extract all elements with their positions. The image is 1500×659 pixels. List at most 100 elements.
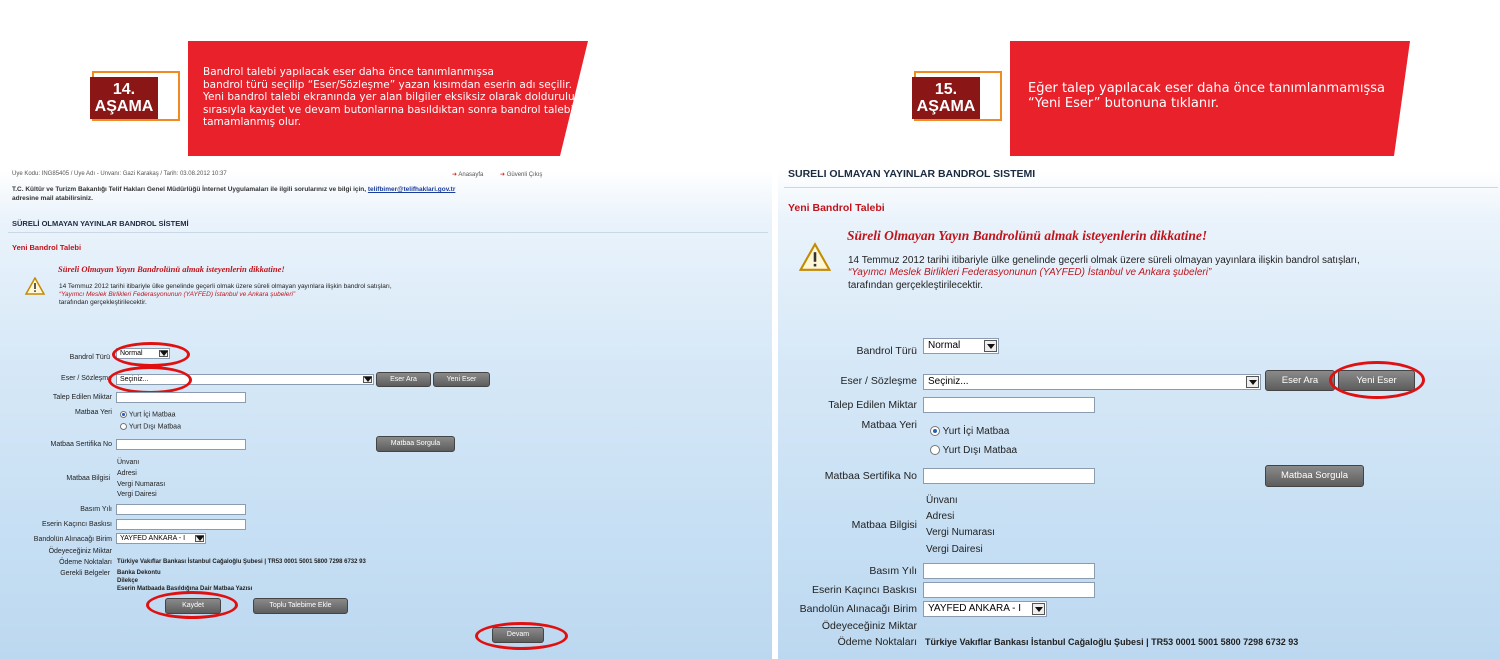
section-title: Yeni Bandrol Talebi <box>12 243 82 252</box>
highlight-ring <box>112 342 190 367</box>
sertifika-label: Matbaa Sertifika No <box>824 470 917 482</box>
matbaa-bilgisi-label: Matbaa Bilgisi <box>66 475 110 482</box>
yurt-disi-radio[interactable]: Yurt Dışı Matbaa <box>930 445 1017 456</box>
radio-icon <box>930 445 940 456</box>
notice-title: Süreli Olmayan Yayın Bandrolünü almak is… <box>847 228 1208 243</box>
section-title: Yeni Bandrol Talebi <box>788 202 885 214</box>
vergi-no: Vergi Numarası <box>117 481 166 488</box>
vergi-no: Vergi Numarası <box>926 527 995 538</box>
sertifika-input[interactable] <box>116 439 246 450</box>
bandrol-turu-label: Bandrol Türü <box>69 354 110 361</box>
home-icon: ➜ <box>452 172 458 178</box>
vergi-dairesi: Vergi Dairesi <box>926 544 983 555</box>
belge-1: Banka Dekontu <box>117 570 161 576</box>
talep-label: Talep Edilen Miktar <box>52 394 112 401</box>
left-screenshot: Üye Kodu: ING85405 / Üye Adı - Unvanı: G… <box>0 170 772 659</box>
notice-line-1: 14 Temmuz 2012 tarihi itibariyle ülke ge… <box>59 283 392 290</box>
sertifika-input[interactable] <box>923 468 1095 484</box>
ministry-info: T.C. Kültür ve Turizm Bakanlığı Telif Ha… <box>12 186 456 193</box>
odeme-label: Ödeme Noktaları <box>837 636 917 648</box>
basim-yili-label: Basım Yılı <box>869 565 917 577</box>
eser-ara-button[interactable]: Eser Ara <box>376 372 431 387</box>
vergi-dairesi: Vergi Dairesi <box>117 491 157 498</box>
user-info: Üye Kodu: ING85405 / Üye Adı - Unvanı: G… <box>12 171 227 177</box>
odeme-value: Türkiye Vakıflar Bankası İstanbul Cağalo… <box>925 637 1299 647</box>
step-14-number: 14. <box>112 81 136 98</box>
divider <box>784 187 1498 188</box>
basim-yili-label: Basım Yılı <box>80 506 112 513</box>
notice-line-2: “Yayımcı Meslek Birlikleri Federasyonunu… <box>59 291 296 298</box>
basim-yili-input[interactable] <box>923 563 1095 579</box>
warning-icon <box>799 242 831 271</box>
step-15-badge: 15. AŞAMA <box>912 77 980 119</box>
basim-yili-input[interactable] <box>116 504 246 515</box>
birim-select[interactable]: YAYFED ANKARA - I <box>923 601 1047 617</box>
nav-home-link[interactable]: ➜ Anasayfa <box>452 171 483 178</box>
adresi: Adresi <box>117 470 137 477</box>
talep-input[interactable] <box>116 392 246 403</box>
baski-input[interactable] <box>923 582 1095 598</box>
odeme-value: Türkiye Vakıflar Bankası İstanbul Cağalo… <box>117 559 366 565</box>
system-title: SÜRELİ OLMAYAN YAYINLAR BANDROL SİSTEMİ <box>12 219 189 228</box>
talep-label: Talep Edilen Miktar <box>828 399 917 411</box>
miktar-label: Ödeyeceğiniz Miktar <box>821 620 917 632</box>
step-15-badge-frame: 15. AŞAMA <box>912 71 1002 121</box>
chevron-down-icon <box>1032 603 1045 615</box>
highlight-ring <box>1329 361 1425 399</box>
highlight-ring <box>475 622 568 650</box>
adresi: Adresi <box>926 511 955 522</box>
toplu-talep-button[interactable]: Toplu Talebime Ekle <box>253 598 348 614</box>
step-14-label: AŞAMA <box>94 98 154 115</box>
matbaa-sorgula-button[interactable]: Matbaa Sorgula <box>1265 465 1364 487</box>
matbaa-yeri-label: Matbaa Yeri <box>75 409 112 416</box>
notice-line-3: tarafından gerçekleştirilecektir. <box>59 299 147 306</box>
highlight-ring <box>108 366 192 394</box>
nav-logout-link[interactable]: ➜ Güvenli Çıkış <box>500 171 542 178</box>
step-14-description: Bandrol talebi yapılacak eser daha önce … <box>203 66 582 128</box>
step-14-badge: 14. AŞAMA <box>90 77 158 119</box>
baski-label: Eserin Kaçıncı Baskısı <box>811 584 917 596</box>
matbaa-yeri-label: Matbaa Yeri <box>861 419 917 431</box>
yurt-ici-radio[interactable]: Yurt İçi Matbaa <box>120 411 176 418</box>
warning-icon <box>25 277 45 295</box>
logout-icon: ➜ <box>500 172 506 178</box>
notice-line-1: 14 Temmuz 2012 tarihi itibariyle ülke ge… <box>848 255 1360 266</box>
yurt-ici-radio[interactable]: Yurt İçi Matbaa <box>930 426 1009 437</box>
right-screenshot: SÜRELİ OLMAYAN YAYINLAR BANDROL SİSTEMİ … <box>778 170 1500 659</box>
chevron-down-icon <box>1246 376 1259 388</box>
step-15-number: 15. <box>934 81 958 98</box>
highlight-ring <box>146 591 238 619</box>
ministry-info-2: adresine mail atabilirsiniz. <box>12 195 93 202</box>
notice-line-2: “Yayımcı Meslek Birlikleri Federasyonunu… <box>848 267 1212 278</box>
chevron-down-icon <box>363 376 372 383</box>
birim-select[interactable]: YAYFED ANKARA - I <box>116 533 206 544</box>
step-15-description: Eğer talep yapılacak eser daha önce tanı… <box>1028 81 1385 111</box>
eser-select[interactable]: Seçiniz... <box>923 374 1261 390</box>
baski-input[interactable] <box>116 519 246 530</box>
unvani: Ünvanı <box>926 495 958 506</box>
yeni-eser-button[interactable]: Yeni Eser <box>433 372 490 387</box>
odeme-label: Ödeme Noktaları <box>59 559 112 566</box>
radio-selected-icon <box>120 411 127 418</box>
matbaa-bilgisi-label: Matbaa Bilgisi <box>851 519 917 531</box>
bandrol-turu-select[interactable]: Normal <box>923 338 999 354</box>
step-15-banner: Eğer talep yapılacak eser daha önce tanı… <box>1010 41 1410 156</box>
eser-label: Eser / Sözleşme <box>840 375 917 387</box>
birim-label: Bandolün Alınacağı Birim <box>799 603 917 615</box>
chevron-down-icon <box>195 535 204 542</box>
email-link[interactable]: telifbimer@telifhaklari.gov.tr <box>368 186 456 193</box>
miktar-label: Ödeyeceğiniz Miktar <box>48 548 112 555</box>
eser-ara-button[interactable]: Eser Ara <box>1265 370 1335 391</box>
yurt-disi-radio[interactable]: Yurt Dışı Matbaa <box>120 423 181 430</box>
system-title: SÜRELİ OLMAYAN YAYINLAR BANDROL SİSTEMİ <box>788 170 1036 180</box>
step-14-badge-frame: 14. AŞAMA <box>90 71 180 121</box>
step-14-banner: Bandrol talebi yapılacak eser daha önce … <box>188 41 588 156</box>
matbaa-sorgula-button[interactable]: Matbaa Sorgula <box>376 436 455 452</box>
birim-label: Bandolün Alınacağı Birim <box>33 536 112 543</box>
eser-label: Eser / Sözleşme <box>61 375 112 382</box>
belge-2: Dilekçe <box>117 578 139 584</box>
talep-input[interactable] <box>923 397 1095 413</box>
radio-icon <box>120 423 127 430</box>
divider <box>8 232 768 233</box>
step-15-label: AŞAMA <box>916 98 976 115</box>
